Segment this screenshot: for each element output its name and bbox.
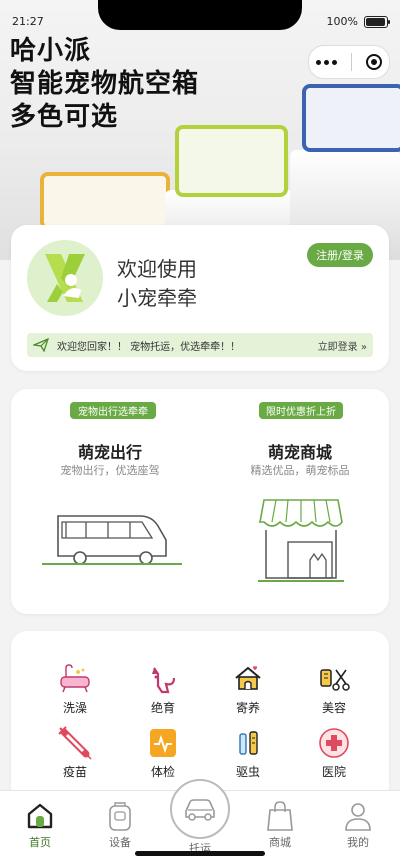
status-battery: 100%	[326, 15, 390, 28]
status-time: 21:27	[12, 15, 44, 28]
login-now-label: 立即登录	[317, 341, 358, 353]
service-title: 萌宠出行	[77, 443, 142, 462]
home-icon	[24, 800, 56, 832]
service-subtitle: 宠物出行，优选座驾	[60, 464, 160, 477]
bathtub-icon	[57, 661, 93, 697]
capsule-divider	[351, 53, 352, 71]
banner-title: 哈小派	[10, 36, 92, 66]
grooming-scissors-icon	[316, 661, 352, 697]
home-indicator	[135, 851, 265, 856]
pet-mall-entry[interactable]: 限时优惠折上折 萌宠商城 精选优品，萌宠标品	[220, 400, 380, 610]
tab-device[interactable]: 设备	[90, 800, 150, 850]
battery-icon	[364, 15, 390, 28]
tab-shipping-center[interactable]	[170, 779, 230, 839]
close-miniprogram-icon[interactable]	[366, 54, 382, 70]
cat-icon	[145, 661, 181, 697]
grid-label: 美容	[321, 701, 346, 715]
grid-label: 医院	[321, 765, 346, 779]
grid-label: 疫苗	[62, 765, 87, 779]
syringe-icon	[57, 725, 93, 761]
grid-item-boarding[interactable]: 寄养	[213, 661, 283, 716]
grid-item-neuter[interactable]: 绝育	[128, 661, 198, 716]
tab-label: 首页	[29, 836, 51, 849]
grid-item-grooming[interactable]: 美容	[299, 661, 369, 716]
banner-subtitle: 智能宠物航空箱	[10, 69, 200, 99]
grid-label: 寄养	[235, 701, 260, 715]
app-logo	[27, 240, 103, 316]
pet-house-icon	[230, 661, 266, 697]
banner-carrier-orange	[40, 172, 170, 230]
tab-profile[interactable]: 我的	[328, 800, 388, 850]
grid-item-hospital[interactable]: 医院	[299, 725, 369, 780]
promo-banner[interactable]: 哈小派 智能宠物航空箱 多色可选	[0, 0, 400, 260]
miniprogram-capsule	[308, 45, 390, 79]
pet-travel-entry[interactable]: 宠物出行选牵牵 萌宠出行 宠物出行，优选座驾	[30, 400, 190, 610]
login-now-link[interactable]: 立即登录 »	[318, 338, 367, 353]
grid-label: 洗澡	[62, 701, 87, 715]
battery-percent: 100%	[326, 15, 358, 28]
notice-text: 欢迎您回家！！ 宠物托运，优选牵牵！！	[57, 341, 241, 353]
tab-mall[interactable]: 商城	[250, 800, 310, 850]
notice-bar[interactable]: 欢迎您回家！！ 宠物托运，优选牵牵！！ 立即登录 »	[27, 333, 373, 357]
welcome-line-2: 小宠牵牵	[117, 286, 197, 310]
promo-tag: 宠物出行选牵牵	[70, 402, 156, 419]
device-notch	[98, 0, 302, 30]
device-icon	[104, 800, 136, 832]
van-icon	[42, 515, 182, 565]
grid-label: 驱虫	[235, 765, 260, 779]
double-chevron-icon: »	[360, 341, 367, 353]
user-icon	[342, 800, 374, 832]
car-icon	[185, 799, 215, 821]
shopping-bag-icon	[264, 800, 296, 832]
tab-label: 商城	[269, 836, 291, 849]
grid-item-deworm[interactable]: 驱虫	[213, 725, 283, 780]
grid-item-vaccine[interactable]: 疫苗	[40, 725, 110, 780]
shop-front-icon	[258, 499, 344, 582]
grid-label: 绝育	[150, 701, 175, 715]
deworm-icon	[230, 725, 266, 761]
register-login-button[interactable]: 注册/登录	[307, 243, 373, 267]
welcome-line-1: 欢迎使用	[117, 257, 197, 281]
health-check-icon	[145, 725, 181, 761]
more-menu-icon[interactable]	[316, 59, 337, 65]
banner-carrier-blue	[302, 84, 400, 152]
service-title: 萌宠商城	[267, 443, 332, 462]
tab-label: 我的	[347, 836, 369, 849]
banner-carrier-green	[175, 125, 288, 197]
tab-home[interactable]: 首页	[10, 800, 70, 850]
paper-plane-icon	[33, 338, 49, 352]
grid-item-bath[interactable]: 洗澡	[40, 661, 110, 716]
hospital-cross-icon	[316, 725, 352, 761]
grid-item-checkup[interactable]: 体检	[128, 725, 198, 780]
tab-label: 设备	[109, 836, 131, 849]
banner-tagline: 多色可选	[10, 102, 119, 132]
service-subtitle: 精选优品，萌宠标品	[250, 464, 350, 477]
promo-tag: 限时优惠折上折	[259, 402, 343, 419]
grid-label: 体检	[150, 765, 175, 779]
